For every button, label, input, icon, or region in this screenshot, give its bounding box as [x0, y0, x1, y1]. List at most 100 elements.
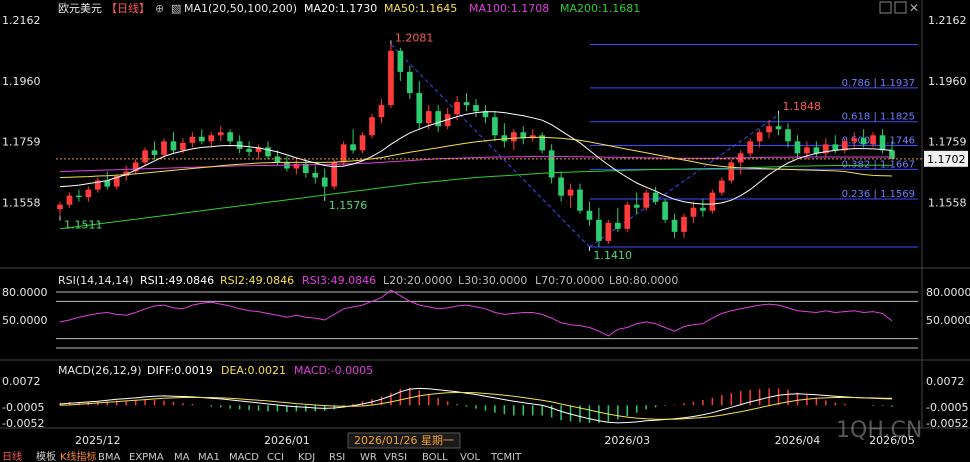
rsi-l30: L30:30.0000	[458, 274, 527, 287]
candle-body	[558, 177, 564, 196]
candle-body	[652, 192, 659, 202]
candle-body	[227, 132, 234, 142]
indicator-tab[interactable]: CCI	[267, 452, 284, 462]
macd-header: MACD(26,12,9) DIFF:0.0019 DEA:0.0021 MAC…	[58, 364, 373, 377]
time-label: 2026/03	[604, 434, 650, 447]
restore-icon[interactable]	[894, 1, 907, 14]
candle-body	[208, 135, 215, 142]
time-label: 2025/12	[75, 434, 121, 447]
candle-body	[406, 71, 413, 94]
fib-label: 0.786 | 1.1937	[842, 78, 915, 89]
candle-body	[804, 147, 810, 154]
candle-body	[728, 162, 735, 181]
candle-body	[709, 192, 716, 211]
price-tick-right: 1.2162	[928, 14, 967, 27]
rsi-tick-right: 80.0000	[926, 286, 970, 299]
indicator-tab[interactable]: BMA	[98, 452, 120, 462]
candle-body	[473, 105, 479, 112]
ma50-value: MA50:1.1645	[384, 2, 457, 15]
trend-line	[390, 44, 590, 248]
candle-body	[416, 93, 423, 124]
candle-body	[766, 126, 772, 133]
macd-tick-right: -0.0005	[926, 401, 968, 414]
chart-canvas[interactable]: 0.786 | 1.19370.618 | 1.18250.500 | 1.17…	[0, 0, 970, 462]
indicator-tab[interactable]: K线指标	[60, 450, 97, 462]
macd-params: MACD(26,12,9)	[58, 364, 142, 377]
candle-body	[170, 141, 177, 151]
period-label[interactable]: 【日线】	[106, 1, 150, 15]
fib-label: 0.236 | 1.1569	[842, 189, 915, 200]
ma-icon[interactable]: ▧	[171, 2, 181, 15]
candle-body	[889, 150, 895, 159]
ma200-value: MA200:1.1681	[560, 2, 640, 15]
candle-body	[76, 195, 82, 198]
candle-body	[879, 135, 886, 151]
candle-body	[151, 150, 158, 155]
maximize-icon[interactable]	[879, 1, 892, 14]
symbol-label: 欧元美元	[58, 2, 102, 15]
candle-body	[633, 204, 640, 208]
indicator-tab[interactable]: WR	[360, 452, 377, 462]
candle-body	[851, 138, 858, 142]
window-controls[interactable]: ✕	[879, 1, 919, 15]
ma-params: MA1(20,50,100,200)	[184, 2, 297, 15]
candle-body	[142, 150, 148, 163]
macd-tick-left: 0.0072	[2, 375, 41, 388]
cursor-date: 2026/01/26 星期一	[354, 434, 454, 447]
candle-body	[265, 147, 271, 157]
rsi-header: RSI(14,14,14) RSI1:49.0846 RSI2:49.0846 …	[58, 274, 678, 287]
candle-body	[312, 173, 319, 178]
candle-body	[369, 117, 375, 136]
candle-body	[548, 150, 555, 178]
annotation-high1: 1.2081	[395, 31, 434, 44]
macd-dea-value: DEA:0.0021	[221, 364, 286, 377]
chart-window: 0.786 | 1.1937 0.618 | 1.1825 0.500 | 1.17…	[0, 0, 970, 462]
ma200-line	[59, 164, 892, 230]
candle-body	[785, 129, 791, 142]
indicator-tabs[interactable]: 日线 模板 K线指标 BMA EXPMA MA MA1 MACD CCI KDJ RSI WR VRSI…	[2, 450, 522, 462]
annotation-low1: 1.1511	[64, 218, 103, 231]
rsi-tick-left: 80.0000	[2, 286, 48, 299]
annotation-low3: 1.1410	[593, 249, 632, 262]
indicator-tab[interactable]: VRSI	[384, 452, 407, 462]
candle-body	[510, 132, 517, 142]
price-tick-right: 1.1960	[928, 75, 967, 88]
candle-body	[794, 141, 801, 154]
candle-body	[236, 141, 243, 149]
price-tick-left: 1.1960	[2, 75, 41, 88]
indicator-tab[interactable]: KDJ	[298, 452, 315, 462]
macd-tick-left: -0.0052	[2, 417, 44, 430]
indicator-tab[interactable]: MA	[174, 452, 190, 462]
candle-body	[104, 180, 111, 187]
annotation-low2: 1.1576	[329, 199, 368, 212]
indicator-tab[interactable]: VOL	[460, 452, 481, 462]
indicator-tab[interactable]: EXPMA	[129, 452, 164, 462]
candle-body	[870, 135, 876, 145]
indicator-tab[interactable]: BOLL	[422, 452, 448, 462]
indicator-tab[interactable]: MA1	[198, 452, 220, 462]
indicator-tab[interactable]: MACD	[229, 452, 259, 462]
candle-body	[66, 195, 73, 205]
macd-panel: 0.0072 0.0072 -0.0005 -0.0005 -0.0052 -0.0052	[2, 375, 968, 430]
candle-body	[747, 141, 754, 154]
settings-icon[interactable]: ⊕	[155, 2, 164, 15]
candle-body	[813, 147, 820, 154]
candle-body	[671, 219, 678, 232]
candle-body	[662, 201, 668, 220]
price-tick-left: 1.1759	[2, 136, 41, 149]
candle-body	[189, 136, 196, 143]
indicator-tab[interactable]: RSI	[329, 452, 345, 462]
candle-body	[605, 222, 612, 241]
candle-body	[700, 207, 706, 211]
rsi2-value: RSI2:49.0846	[220, 274, 294, 287]
rsi-tick-left: 50.0000	[2, 314, 48, 327]
candle-body	[350, 144, 356, 151]
close-icon[interactable]: ✕	[909, 1, 919, 15]
candle-body	[463, 102, 470, 106]
indicator-tab[interactable]: 日线	[2, 450, 22, 462]
indicator-tab[interactable]: TCMIT	[490, 452, 522, 462]
indicator-tab[interactable]: 模板	[36, 450, 56, 462]
candle-body	[217, 132, 224, 136]
candle-body	[274, 156, 281, 163]
candle-body	[775, 126, 782, 130]
